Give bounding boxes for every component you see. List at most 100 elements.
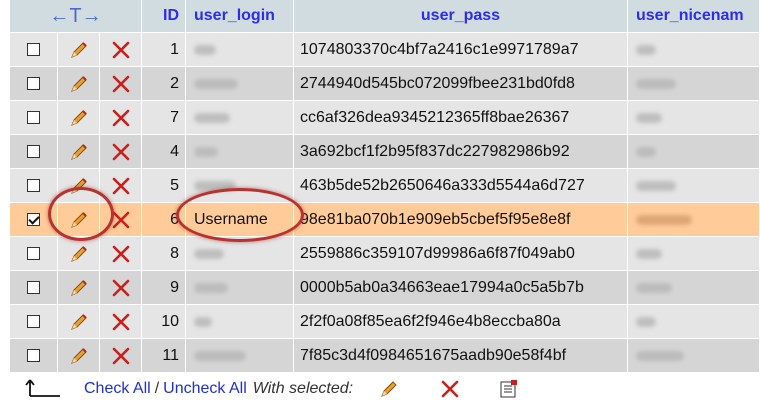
table-header: ←T→ ID user_login user_pass user_nicenam — [10, 0, 760, 33]
user-login-blurred — [194, 146, 218, 157]
table-row[interactable]: 1 1074803370c4bf7a2416c1e9971789a7 — [10, 33, 760, 67]
user-login-cell: Username — [186, 203, 294, 236]
export-selected-icon[interactable] — [459, 379, 519, 399]
user-login-blurred — [194, 350, 246, 361]
with-selected-label: With selected: — [252, 380, 354, 397]
delete-x-icon[interactable] — [100, 101, 142, 134]
row-checkbox[interactable] — [27, 349, 40, 362]
delete-x-icon[interactable] — [100, 237, 142, 270]
user-pass-value: 2f2f0a08f85ea6f2f946e4b8eccba80a — [294, 305, 628, 338]
column-header-id[interactable]: ID — [142, 0, 186, 32]
user-nicename-cell — [628, 135, 760, 168]
row-checkbox-cell[interactable] — [10, 67, 58, 100]
row-checkbox-cell[interactable] — [10, 101, 58, 134]
row-id: 7 — [142, 101, 186, 134]
user-login-blurred — [194, 248, 224, 259]
row-checkbox[interactable] — [27, 77, 40, 90]
edit-pencil-icon[interactable] — [58, 339, 100, 372]
edit-pencil-icon[interactable] — [58, 135, 100, 168]
table-row[interactable]: 8 2559886c359107d99986a6f87f049ab0 — [10, 237, 760, 271]
row-checkbox[interactable] — [27, 43, 40, 56]
user-pass-value: 98e81ba070b1e909eb5cbef5f95e8e8f — [294, 203, 628, 236]
row-checkbox[interactable] — [27, 145, 40, 158]
row-id: 9 — [142, 271, 186, 304]
user-pass-value: 1074803370c4bf7a2416c1e9971789a7 — [294, 33, 628, 66]
edit-pencil-icon[interactable] — [58, 237, 100, 270]
row-checkbox-cell[interactable] — [10, 237, 58, 270]
table-row[interactable]: 2 2744940d545bc072099fbee231bd0fd8 — [10, 67, 760, 101]
table-row[interactable]: 5 463b5de52b2650646a333d5544a6d727 — [10, 169, 760, 203]
user-pass-value: 7f85c3d4f0984651675aadb90e58f4bf — [294, 339, 628, 372]
delete-x-icon[interactable] — [100, 271, 142, 304]
user-login-cell — [186, 339, 294, 372]
row-checkbox-cell[interactable] — [10, 305, 58, 338]
row-checkbox[interactable] — [27, 111, 40, 124]
table-row[interactable]: 10 2f2f0a08f85ea6f2f946e4b8eccba80a — [10, 305, 760, 339]
delete-x-icon[interactable] — [100, 67, 142, 100]
user-pass-value: 2559886c359107d99986a6f87f049ab0 — [294, 237, 628, 270]
user-login-cell — [186, 237, 294, 270]
edit-pencil-icon[interactable] — [58, 169, 100, 202]
delete-selected-x-icon[interactable] — [399, 380, 459, 398]
user-nicename-cell — [628, 203, 760, 236]
delete-x-icon[interactable] — [100, 203, 142, 236]
delete-x-icon[interactable] — [100, 135, 142, 168]
delete-x-icon[interactable] — [100, 169, 142, 202]
row-checkbox-cell[interactable] — [10, 203, 58, 236]
user-nicename-blurred — [636, 180, 676, 191]
user-nicename-blurred — [636, 282, 672, 293]
row-checkbox-cell[interactable] — [10, 135, 58, 168]
table-row[interactable]: 9 0000b5ab0a34663eae17994a0c5a5b7b — [10, 271, 760, 305]
footer-separator: / — [154, 380, 160, 397]
user-nicename-blurred — [636, 44, 656, 55]
row-checkbox-cell[interactable] — [10, 169, 58, 202]
row-id: 1 — [142, 33, 186, 66]
user-login-cell — [186, 271, 294, 304]
user-login-blurred — [194, 180, 236, 191]
edit-pencil-icon[interactable] — [58, 203, 100, 236]
row-checkbox-cell[interactable] — [10, 271, 58, 304]
user-nicename-cell — [628, 237, 760, 270]
row-checkbox[interactable] — [27, 315, 40, 328]
edit-pencil-icon[interactable] — [58, 305, 100, 338]
user-login-cell — [186, 67, 294, 100]
row-checkbox[interactable] — [27, 281, 40, 294]
column-header-user-nicename[interactable]: user_nicenam — [628, 0, 760, 32]
table-row[interactable]: 4 3a692bcf1f2b95f837dc227982986b92 — [10, 135, 760, 169]
edit-pencil-icon[interactable] — [58, 33, 100, 66]
user-nicename-cell — [628, 101, 760, 134]
arrow-up-left-icon — [0, 376, 62, 403]
user-nicename-blurred — [636, 214, 692, 225]
edit-pencil-icon[interactable] — [58, 67, 100, 100]
edit-pencil-icon[interactable] — [58, 271, 100, 304]
row-checkbox[interactable] — [27, 179, 40, 192]
edit-selected-pencil-icon[interactable] — [353, 379, 399, 399]
row-checkbox[interactable] — [27, 213, 40, 226]
user-nicename-cell — [628, 271, 760, 304]
column-header-user-login[interactable]: user_login — [186, 0, 294, 32]
row-checkbox[interactable] — [27, 247, 40, 260]
column-arrows-header: ←T→ — [10, 0, 142, 32]
user-nicename-blurred — [636, 316, 656, 327]
delete-x-icon[interactable] — [100, 339, 142, 372]
user-pass-value: 3a692bcf1f2b95f837dc227982986b92 — [294, 135, 628, 168]
row-id: 4 — [142, 135, 186, 168]
user-login-cell — [186, 33, 294, 66]
table-row[interactable]: 6 Username 98e81ba070b1e909eb5cbef5f95e8… — [10, 203, 760, 237]
check-all-link[interactable]: Check All — [62, 380, 151, 398]
user-login-blurred — [194, 316, 212, 327]
user-nicename-blurred — [636, 78, 676, 89]
uncheck-all-link[interactable]: Uncheck All — [163, 380, 247, 398]
table-row[interactable]: 11 7f85c3d4f0984651675aadb90e58f4bf — [10, 339, 760, 373]
table-row[interactable]: 7 cc6af326dea9345212365ff8bae26367 — [10, 101, 760, 135]
user-pass-value: cc6af326dea9345212365ff8bae26367 — [294, 101, 628, 134]
row-checkbox-cell[interactable] — [10, 339, 58, 372]
row-checkbox-cell[interactable] — [10, 33, 58, 66]
edit-pencil-icon[interactable] — [58, 101, 100, 134]
delete-x-icon[interactable] — [100, 33, 142, 66]
delete-x-icon[interactable] — [100, 305, 142, 338]
user-nicename-cell — [628, 339, 760, 372]
user-login-blurred — [194, 282, 228, 293]
column-header-user-pass[interactable]: user_pass — [294, 0, 628, 32]
user-nicename-cell — [628, 33, 760, 66]
